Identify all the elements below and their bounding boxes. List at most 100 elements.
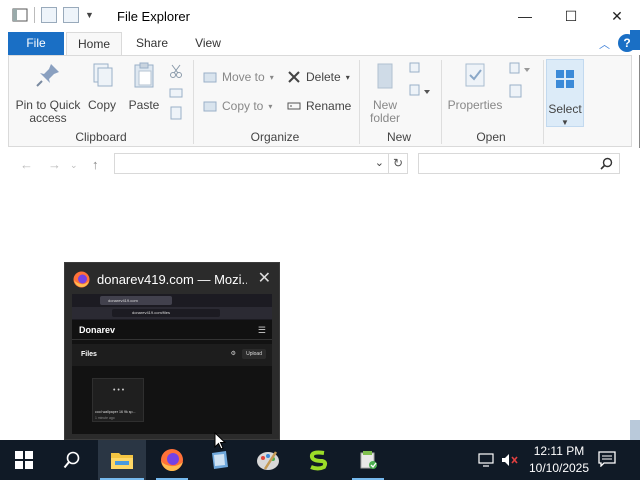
easy-access-icon[interactable] — [409, 84, 431, 98]
preview-files-heading: Files — [81, 351, 97, 358]
customize-toolbar-chevron-icon[interactable]: ▼ — [85, 10, 94, 20]
tab-file[interactable]: File — [8, 32, 64, 55]
thumbnail-preview-image[interactable]: donarev419.com donarev419.com/files Dona… — [72, 294, 272, 434]
title-bar[interactable]: ▼ File Explorer — ☐ ✕ — [0, 0, 640, 32]
copy-button[interactable]: Copy — [83, 60, 121, 112]
divider — [359, 60, 360, 144]
new-folder-label: New folder — [369, 98, 401, 125]
taskbar-firefox[interactable] — [148, 440, 196, 480]
window-title: File Explorer — [117, 9, 190, 24]
paste-label: Paste — [128, 98, 160, 112]
firefox-thumbnail-preview[interactable]: donarev419.com — Mozi... ✕ donarev419.co… — [64, 262, 280, 440]
background-window-edge — [630, 420, 640, 440]
thumbnail-title: donarev419.com — Mozi... — [97, 272, 247, 287]
search-input[interactable] — [418, 153, 620, 174]
new-folder-quick-icon[interactable] — [63, 7, 79, 23]
copy-to-button[interactable]: Copy to ▾ — [203, 99, 272, 113]
hamburger-menu-icon: ☰ — [257, 325, 266, 335]
properties-label: Properties — [447, 98, 503, 112]
forward-arrow-icon[interactable]: → — [48, 157, 61, 172]
address-chevron-down-icon[interactable]: ⌄ — [375, 156, 384, 169]
copy-path-icon[interactable] — [169, 86, 183, 100]
rename-label: Rename — [306, 99, 352, 113]
folder-icon — [111, 453, 133, 469]
delete-label: Delete — [306, 70, 341, 84]
pin-icon — [36, 64, 59, 87]
paste-button[interactable]: Paste — [125, 60, 163, 112]
paste-icon — [134, 62, 154, 88]
paste-shortcut-icon[interactable] — [169, 106, 183, 120]
delete-icon — [288, 71, 300, 83]
network-icon[interactable] — [478, 453, 496, 467]
rename-button[interactable]: Rename — [287, 99, 351, 113]
firefox-icon — [73, 271, 90, 288]
move-to-label: Move to — [222, 70, 265, 84]
tab-view[interactable]: View — [180, 32, 236, 55]
select-button[interactable]: Select ▼ — [546, 59, 584, 127]
ribbon-tabs: File Home Share View ︿ ? — [0, 32, 640, 55]
mouse-cursor-icon — [214, 432, 226, 450]
background-window-edge — [630, 30, 640, 50]
taskbar-installer[interactable] — [344, 440, 392, 480]
preview-url: donarev419.com/files — [112, 309, 220, 317]
ribbon: Pin to Quick access Copy Paste Clipboard… — [8, 55, 632, 147]
preview-brand: Donarev — [79, 325, 116, 335]
installer-icon — [360, 451, 377, 469]
quick-access-toolbar: ▼ — [12, 7, 94, 23]
new-folder-button[interactable]: New folder — [365, 60, 405, 125]
search-icon — [600, 157, 613, 170]
taskbar-paint[interactable] — [244, 440, 292, 480]
notifications-icon[interactable] — [598, 451, 616, 467]
clipboard-group-label: Clipboard — [75, 130, 127, 144]
preview-site-header: Donarev ☰ — [72, 320, 272, 340]
window-controls: — ☐ ✕ — [502, 0, 640, 32]
divider — [543, 60, 544, 144]
address-bar[interactable]: ⌄ — [114, 153, 389, 174]
refresh-icon[interactable]: ↻ — [389, 153, 408, 174]
new-folder-icon — [377, 63, 393, 89]
copy-to-label: Copy to — [222, 99, 264, 113]
edit-icon[interactable] — [509, 84, 525, 98]
select-grid-icon — [556, 70, 574, 88]
new-group-label: New — [386, 130, 411, 144]
loading-dots: • • • — [113, 387, 125, 394]
start-button[interactable] — [0, 440, 48, 480]
system-clock[interactable]: 12:11 PM 10/10/2025 — [521, 443, 597, 477]
pin-to-quick-access-label: Pin to Quick access — [15, 98, 81, 125]
s-app-icon — [309, 450, 328, 471]
maximize-button[interactable]: ☐ — [548, 0, 594, 32]
copy-to-icon — [203, 101, 217, 112]
preview-url-bar: donarev419.com/files — [72, 307, 272, 319]
collapse-ribbon-chevron-icon[interactable]: ︿ — [599, 36, 610, 52]
volume-muted-icon[interactable] — [501, 453, 519, 467]
new-item-icon[interactable] — [409, 62, 425, 76]
properties-icon — [465, 63, 485, 87]
preview-tab: donarev419.com — [100, 296, 172, 305]
taskbar-app-s[interactable] — [294, 440, 342, 480]
pin-to-quick-access-button[interactable]: Pin to Quick access — [13, 60, 83, 125]
search-icon — [63, 451, 80, 469]
taskbar-file-explorer[interactable] — [98, 440, 146, 480]
thumbnail-close-button[interactable]: ✕ — [258, 268, 271, 288]
properties-button[interactable]: Properties — [445, 60, 505, 112]
search-button[interactable] — [48, 440, 96, 480]
tab-home[interactable]: Home — [66, 32, 122, 55]
preview-file-card: • • • cool wallpaper 16 9k sp... 1 minut… — [92, 378, 144, 422]
tab-share[interactable]: Share — [124, 32, 180, 55]
navigation-bar: ← → ⌄ ↑ ⌄ ↻ — [0, 148, 640, 180]
firefox-icon — [161, 449, 183, 471]
recent-locations-chevron-icon[interactable]: ⌄ — [70, 160, 78, 171]
explorer-app-icon[interactable] — [12, 7, 28, 23]
properties-quick-icon[interactable] — [41, 7, 57, 23]
cut-icon[interactable] — [169, 64, 183, 78]
select-chevron-down-icon: ▼ — [561, 118, 569, 127]
open-icon[interactable] — [509, 62, 531, 76]
close-button[interactable]: ✕ — [594, 0, 640, 32]
move-to-button[interactable]: Move to ▾ — [203, 70, 274, 84]
preview-file-name: cool wallpaper 16 9k sp... — [95, 410, 136, 414]
minimize-button[interactable]: — — [502, 0, 548, 32]
notepad-icon — [212, 451, 228, 469]
up-arrow-icon[interactable]: ↑ — [92, 157, 99, 172]
delete-button[interactable]: Delete ▾ — [287, 70, 350, 84]
back-arrow-icon[interactable]: ← — [20, 157, 33, 172]
